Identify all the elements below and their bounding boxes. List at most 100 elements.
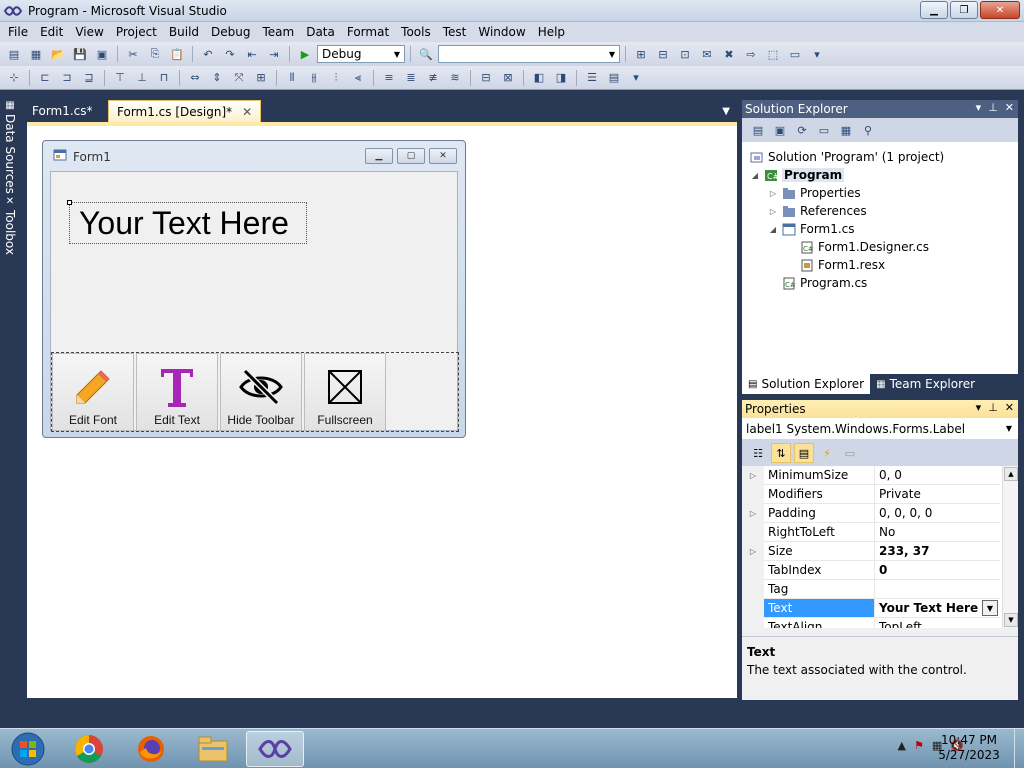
vertical-spacing-decrease-icon[interactable]: ≢ bbox=[423, 69, 443, 87]
tree-node-form1-resx[interactable]: Form1.resx bbox=[800, 256, 885, 274]
tab-form1-design[interactable]: Form1.cs [Design]* ✕ bbox=[108, 100, 262, 122]
menu-format[interactable]: Format bbox=[341, 22, 395, 42]
tab-order-icon[interactable]: ☰ bbox=[582, 69, 602, 87]
property-grid-scrollbar[interactable]: ▲ ▼ bbox=[1002, 466, 1018, 628]
bring-to-front-icon[interactable]: ◧ bbox=[529, 69, 549, 87]
menu-window[interactable]: Window bbox=[472, 22, 531, 42]
menu-project[interactable]: Project bbox=[110, 22, 163, 42]
action-center-icon[interactable]: ⚑ bbox=[914, 739, 924, 752]
copy-icon[interactable]: ⎘ bbox=[145, 45, 165, 63]
tab-list-dropdown-icon[interactable]: ▼ bbox=[722, 106, 730, 117]
menu-build[interactable]: Build bbox=[163, 22, 205, 42]
start-debugging-icon[interactable]: ▶ bbox=[295, 45, 315, 63]
tree-node-solution[interactable]: Solution 'Program' (1 project) bbox=[750, 148, 944, 166]
paste-icon[interactable]: 📋 bbox=[167, 45, 187, 63]
align-tops-icon[interactable]: ⊤ bbox=[110, 69, 130, 87]
navigate-icon[interactable]: ⇤ bbox=[242, 45, 262, 63]
send-to-back-icon[interactable]: ◨ bbox=[551, 69, 571, 87]
property-pages-icon[interactable]: ▭ bbox=[840, 443, 860, 463]
align-rights-icon[interactable]: ⊒ bbox=[79, 69, 99, 87]
edit-font-button[interactable]: Edit Font bbox=[52, 353, 134, 431]
menu-help[interactable]: Help bbox=[532, 22, 571, 42]
property-value-text[interactable]: Your Text Here ▼ bbox=[875, 599, 1000, 618]
property-row-text[interactable]: Text Your Text Here ▼ bbox=[742, 599, 1000, 618]
scroll-down-icon[interactable]: ▼ bbox=[1004, 613, 1018, 627]
align-bottoms-icon[interactable]: ⊓ bbox=[154, 69, 174, 87]
tree-node-program-project[interactable]: ◢ C# Program bbox=[750, 166, 845, 184]
property-row-righttoleft[interactable]: RightToLeft No bbox=[742, 523, 1000, 542]
property-row-tag[interactable]: Tag bbox=[742, 580, 1000, 599]
solution-explorer-icon[interactable]: ⊞ bbox=[631, 45, 651, 63]
cut-icon[interactable]: ✂ bbox=[123, 45, 143, 63]
find-in-files-icon[interactable]: 🔍 bbox=[416, 45, 436, 63]
property-value[interactable]: 233, 37 bbox=[875, 542, 1000, 561]
add-item-icon[interactable]: ▦ bbox=[26, 45, 46, 63]
tree-node-form1-designer[interactable]: C# Form1.Designer.cs bbox=[800, 238, 929, 256]
make-same-height-icon[interactable]: ⇕ bbox=[207, 69, 227, 87]
navigate-forward-icon[interactable]: ⇥ bbox=[264, 45, 284, 63]
lock-controls-icon[interactable]: ▤ bbox=[604, 69, 624, 87]
property-value[interactable]: TopLeft bbox=[875, 618, 1000, 628]
properties-view-icon[interactable]: ▤ bbox=[794, 443, 814, 463]
tree-node-program-cs[interactable]: C# Program.cs bbox=[782, 274, 867, 292]
tab-team-explorer[interactable]: ▦ Team Explorer bbox=[870, 374, 981, 394]
properties-icon[interactable]: ▤ bbox=[748, 121, 768, 139]
categorized-icon[interactable]: ☷ bbox=[748, 443, 768, 463]
show-all-files-icon[interactable]: ▣ bbox=[770, 121, 790, 139]
class-diagram-icon[interactable]: ⚲ bbox=[858, 121, 878, 139]
collapse-icon[interactable]: ◢ bbox=[768, 225, 778, 234]
start-page-icon[interactable]: ⬚ bbox=[763, 45, 783, 63]
vertical-spacing-equal-icon[interactable]: ≡ bbox=[379, 69, 399, 87]
label1-control[interactable]: Your Text Here bbox=[69, 202, 307, 244]
center-vertically-icon[interactable]: ⊠ bbox=[498, 69, 518, 87]
more-windows-icon[interactable]: ▭ bbox=[785, 45, 805, 63]
horizontal-spacing-equal-icon[interactable]: ⫴ bbox=[282, 69, 302, 87]
expand-icon[interactable]: ▷ bbox=[768, 189, 778, 198]
view-designer-icon[interactable]: ▦ bbox=[836, 121, 856, 139]
tab-form1-cs[interactable]: Form1.cs* bbox=[24, 100, 101, 122]
close-icon[interactable]: ✕ bbox=[1005, 101, 1014, 114]
align-to-grid-icon[interactable]: ⊹ bbox=[4, 69, 24, 87]
toolbar-overflow-icon[interactable]: ▾ bbox=[626, 69, 646, 87]
redo-icon[interactable]: ↷ bbox=[220, 45, 240, 63]
object-browser-icon[interactable]: ⊡ bbox=[675, 45, 695, 63]
align-middles-icon[interactable]: ⊥ bbox=[132, 69, 152, 87]
make-same-size-icon[interactable]: ⤧ bbox=[229, 69, 249, 87]
horizontal-spacing-increase-icon[interactable]: ⫵ bbox=[304, 69, 324, 87]
taskbar-chrome[interactable] bbox=[60, 731, 118, 767]
toolbox-icon[interactable]: ✉ bbox=[697, 45, 717, 63]
start-button[interactable] bbox=[2, 730, 54, 768]
taskbar-firefox[interactable] bbox=[122, 731, 180, 767]
dropdown-arrow-icon[interactable]: ▼ bbox=[982, 600, 998, 616]
extension-icon[interactable]: ⇨ bbox=[741, 45, 761, 63]
tree-node-form1-cs[interactable]: ◢ Form1.cs bbox=[768, 220, 855, 238]
menu-edit[interactable]: Edit bbox=[34, 22, 69, 42]
undo-icon[interactable]: ↶ bbox=[198, 45, 218, 63]
window-position-icon[interactable]: ▾ bbox=[976, 401, 982, 414]
show-desktop-button[interactable] bbox=[1014, 729, 1024, 768]
property-value[interactable]: Private bbox=[875, 485, 1000, 504]
toolbar-overflow-icon[interactable]: ▾ bbox=[807, 45, 827, 63]
tree-node-references[interactable]: ▷ References bbox=[768, 202, 867, 220]
close-tab-icon[interactable]: ✕ bbox=[242, 105, 252, 119]
size-to-grid-icon[interactable]: ⊞ bbox=[251, 69, 271, 87]
selection-handle[interactable] bbox=[67, 200, 72, 205]
find-combo[interactable]: ▼ bbox=[438, 45, 620, 63]
minimize-button[interactable]: ▁ bbox=[920, 1, 948, 19]
property-value[interactable]: 0, 0 bbox=[875, 466, 1000, 485]
property-row-textalign[interactable]: TextAlign TopLeft bbox=[742, 618, 1000, 628]
hide-toolbar-button[interactable]: Hide Toolbar bbox=[220, 353, 302, 431]
expand-icon[interactable]: ▷ bbox=[742, 504, 764, 523]
expand-icon[interactable]: ▷ bbox=[742, 466, 764, 485]
menu-test[interactable]: Test bbox=[437, 22, 473, 42]
form1-window[interactable]: Form1 ▁ ▢ ✕ Your Text Here Edit Font Edi… bbox=[42, 140, 466, 438]
refresh-icon[interactable]: ⟳ bbox=[792, 121, 812, 139]
property-value[interactable]: 0, 0, 0, 0 bbox=[875, 504, 1000, 523]
window-position-icon[interactable]: ▾ bbox=[976, 101, 982, 114]
property-row-tabindex[interactable]: TabIndex 0 bbox=[742, 561, 1000, 580]
property-row-modifiers[interactable]: Modifiers Private bbox=[742, 485, 1000, 504]
center-horizontally-icon[interactable]: ⊟ bbox=[476, 69, 496, 87]
menu-data[interactable]: Data bbox=[300, 22, 341, 42]
view-code-icon[interactable]: ▭ bbox=[814, 121, 834, 139]
toolbox-tab[interactable]: ✕ Toolbox bbox=[2, 196, 18, 255]
